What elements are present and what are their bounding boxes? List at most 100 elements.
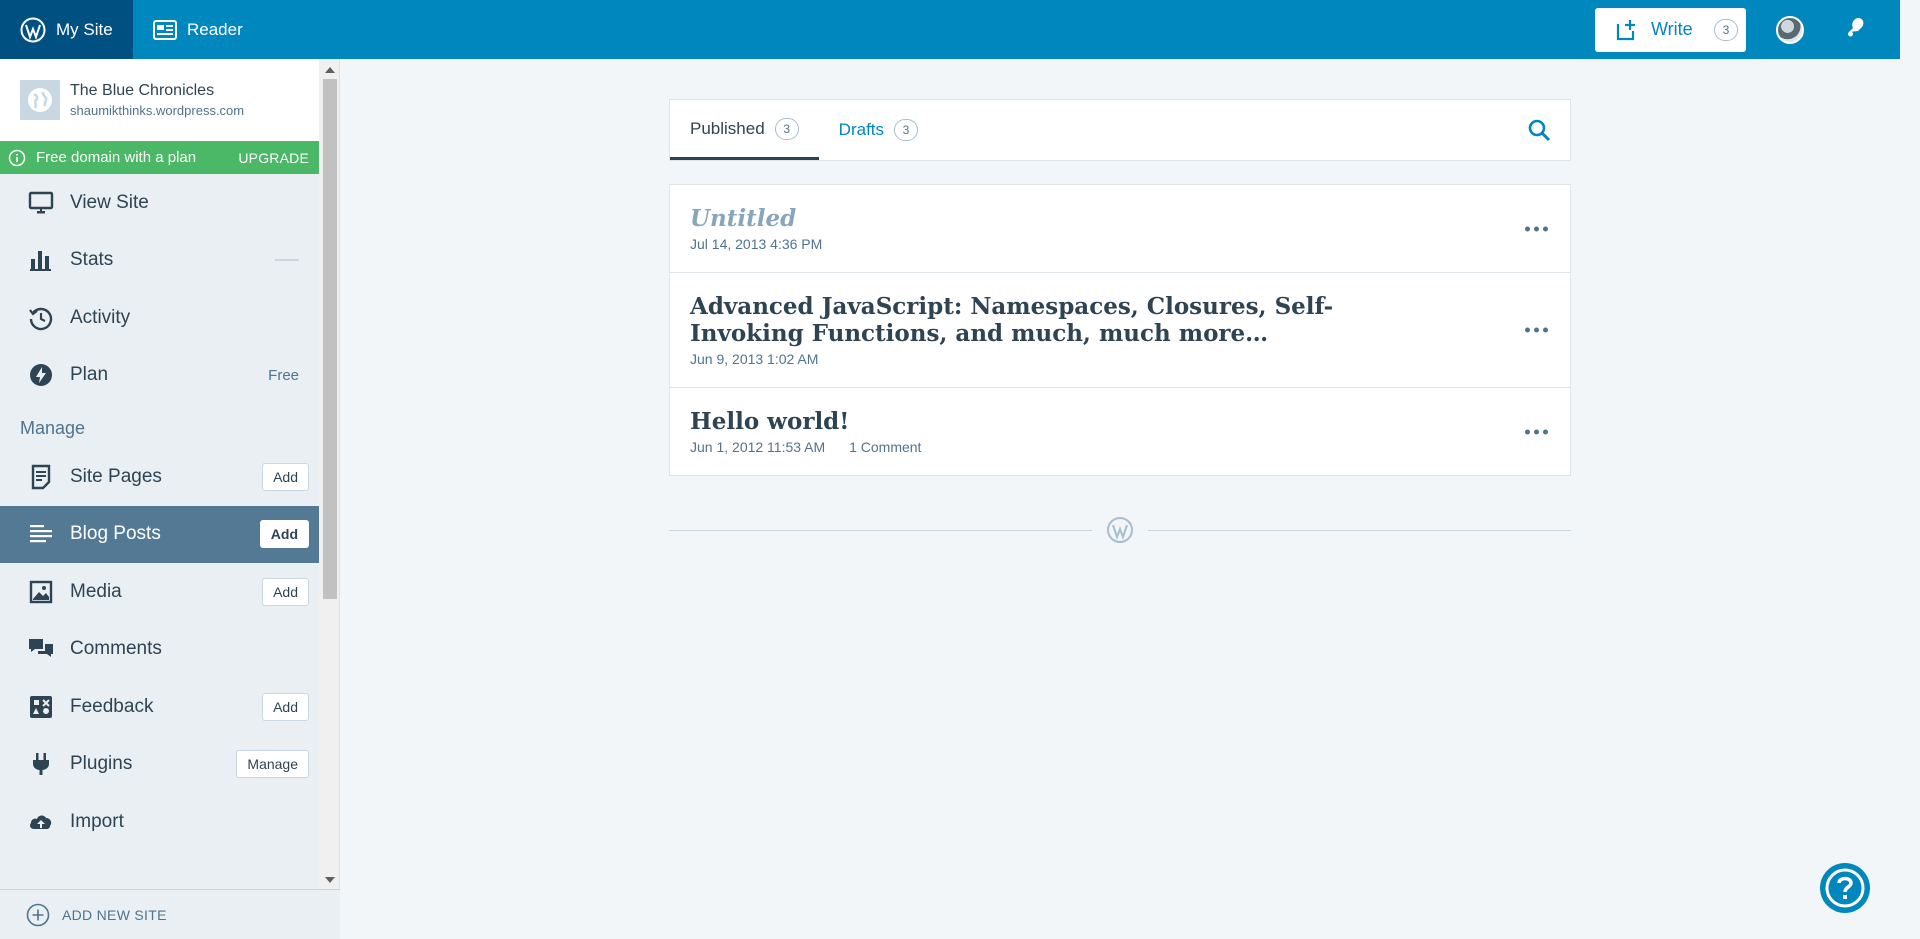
- ellipsis-icon: [1534, 429, 1539, 434]
- sidebar-item-label: Media: [70, 580, 122, 602]
- sidebar-item-blog-posts[interactable]: Blog Posts Add: [0, 505, 319, 563]
- scroll-thumb[interactable]: [323, 79, 337, 599]
- write-count-badge: 3: [1714, 18, 1738, 41]
- sidebar-item-label: Comments: [70, 638, 162, 660]
- sidebar-item-label: Stats: [70, 249, 114, 271]
- bell-icon: [1848, 18, 1864, 37]
- scroll-down-arrow[interactable]: [325, 877, 335, 883]
- my-site-button[interactable]: My Site: [0, 0, 133, 59]
- ellipsis-icon: [1525, 429, 1530, 434]
- post-comments-link[interactable]: 1 Comment: [849, 439, 921, 455]
- tab-label: Drafts: [838, 120, 885, 139]
- ellipsis-icon: [1525, 226, 1530, 231]
- wordpress-logo-icon: [20, 17, 46, 42]
- reader-button[interactable]: Reader: [133, 0, 263, 59]
- add-feedback-button[interactable]: Add: [262, 692, 309, 721]
- ellipsis-icon: [1534, 226, 1539, 231]
- tab-label: Published: [690, 118, 765, 138]
- sidebar-item-import[interactable]: Import: [0, 793, 319, 851]
- help-button[interactable]: [1820, 863, 1870, 913]
- my-site-label: My Site: [56, 19, 113, 39]
- site-icon: [20, 80, 60, 120]
- globe-icon: [28, 88, 52, 112]
- write-icon: [1616, 19, 1635, 40]
- tab-count-badge: 3: [774, 117, 799, 140]
- sidebar-item-label: Import: [70, 810, 124, 832]
- sidebar-item-label: Activity: [70, 306, 131, 328]
- manage-plugins-button[interactable]: Manage: [236, 750, 309, 779]
- wordpress-logo-icon: [1107, 517, 1133, 543]
- post-item[interactable]: Untitled Jul 14, 2013 4:36 PM: [670, 185, 1570, 273]
- site-info: The Blue Chronicles shaumikthinks.wordpr…: [70, 82, 244, 118]
- post-date: Jun 9, 2013 1:02 AM: [690, 351, 819, 367]
- sidebar-item-activity[interactable]: Activity: [0, 289, 319, 347]
- add-post-button[interactable]: Add: [259, 520, 309, 549]
- scroll-up-arrow[interactable]: [325, 67, 335, 73]
- ellipsis-icon: [1534, 327, 1539, 333]
- reader-icon: [153, 19, 177, 40]
- upgrade-link[interactable]: UPGRADE: [238, 150, 309, 166]
- list-end-divider: [669, 515, 1571, 545]
- add-media-button[interactable]: Add: [262, 577, 309, 606]
- sidebar-item-label: Feedback: [70, 695, 154, 717]
- write-label: Write: [1651, 19, 1693, 39]
- sidebar-item-stats[interactable]: Stats: [0, 232, 319, 290]
- info-icon: [8, 149, 26, 166]
- sidebar-item-plugins[interactable]: Plugins Manage: [0, 736, 319, 794]
- post-meta: Jun 1, 2012 11:53 AM 1 Comment: [690, 439, 1450, 455]
- page-scrollbar[interactable]: [1900, 0, 1920, 939]
- ellipsis-icon: [1543, 226, 1548, 231]
- sidebar-item-label: Plan: [70, 364, 109, 386]
- sidebar-item-feedback[interactable]: Feedback Add: [0, 678, 319, 736]
- post-title[interactable]: Advanced JavaScript: Namespaces, Closure…: [690, 293, 1390, 347]
- sidebar-item-plan[interactable]: Plan Free: [0, 347, 319, 405]
- upsell-label: Free domain with a plan: [36, 149, 197, 166]
- post-item[interactable]: Advanced JavaScript: Namespaces, Closure…: [670, 273, 1570, 388]
- sidebar: The Blue Chronicles shaumikthinks.wordpr…: [0, 59, 340, 939]
- post-actions-button[interactable]: [1525, 226, 1548, 231]
- search-button[interactable]: [1508, 100, 1570, 160]
- current-site-card[interactable]: The Blue Chronicles shaumikthinks.wordpr…: [0, 59, 319, 141]
- sidebar-item-media[interactable]: Media Add: [0, 563, 319, 621]
- sidebar-item-comments[interactable]: Comments: [0, 621, 319, 679]
- sidebar-scrollbar[interactable]: [319, 59, 339, 889]
- post-item[interactable]: Hello world! Jun 1, 2012 11:53 AM 1 Comm…: [670, 388, 1570, 475]
- tab-drafts[interactable]: Drafts 3: [819, 100, 938, 160]
- post-actions-button[interactable]: [1525, 327, 1548, 333]
- add-new-site-button[interactable]: ADD NEW SITE: [0, 889, 340, 939]
- add-new-site-label: ADD NEW SITE: [62, 906, 167, 923]
- post-list: Untitled Jul 14, 2013 4:36 PM Advanced J…: [669, 184, 1571, 476]
- bar-chart-icon: [28, 247, 54, 273]
- site-title: The Blue Chronicles: [70, 82, 215, 99]
- manage-heading: Manage: [20, 417, 86, 438]
- stats-sparkline: [275, 259, 299, 262]
- main-content: Published 3 Drafts 3 Untitled Jul 14, 20…: [341, 59, 1900, 939]
- post-status-tabs: Published 3 Drafts 3: [669, 99, 1571, 161]
- plan-bolt-icon: [28, 362, 54, 388]
- tab-count-badge: 3: [894, 119, 919, 141]
- ellipsis-icon: [1543, 429, 1548, 434]
- sidebar-item-view-site[interactable]: View Site: [0, 174, 319, 232]
- add-page-button[interactable]: Add: [262, 462, 309, 491]
- notifications-button[interactable]: [1844, 15, 1868, 44]
- write-button[interactable]: Write 3: [1595, 7, 1746, 52]
- post-date: Jun 1, 2012 11:53 AM: [690, 439, 826, 455]
- sidebar-item-site-pages[interactable]: Site Pages Add: [0, 448, 319, 506]
- masterbar: My Site Reader Write 3: [0, 0, 1900, 59]
- sidebar-scroll-area: The Blue Chronicles shaumikthinks.wordpr…: [0, 59, 319, 889]
- question-mark-icon: [1825, 868, 1865, 908]
- user-avatar[interactable]: [1776, 15, 1804, 44]
- divider-line: [669, 529, 1092, 531]
- posts-icon: [28, 521, 54, 547]
- post-actions-button[interactable]: [1525, 429, 1548, 434]
- history-icon: [28, 305, 54, 331]
- tab-published[interactable]: Published 3: [670, 100, 819, 160]
- reader-label: Reader: [187, 19, 243, 39]
- ellipsis-icon: [1543, 327, 1548, 333]
- upsell-banner[interactable]: Free domain with a plan UPGRADE: [0, 141, 319, 174]
- post-meta: Jun 9, 2013 1:02 AM: [690, 351, 1450, 367]
- post-title[interactable]: Hello world!: [690, 408, 1450, 435]
- divider-line: [1148, 529, 1571, 531]
- sidebar-item-label: View Site: [70, 191, 149, 213]
- post-title[interactable]: Untitled: [690, 205, 1450, 232]
